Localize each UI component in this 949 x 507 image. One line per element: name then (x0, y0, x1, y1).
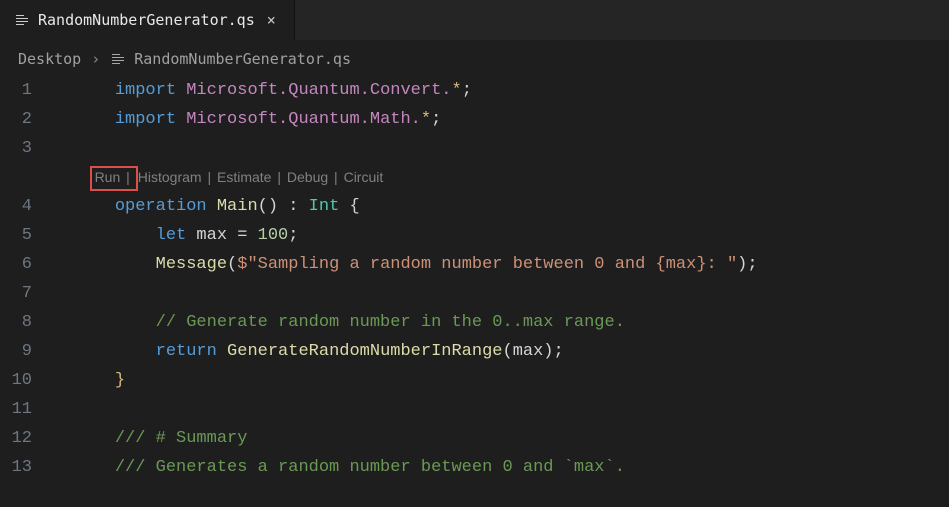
editor-body: 1 import Microsoft.Quantum.Convert.*; 2 … (0, 76, 949, 482)
code-lens-run-highlight: Run | (90, 166, 138, 191)
line-number: 5 (0, 221, 48, 250)
code-lens-debug[interactable]: Debug (287, 169, 328, 185)
line-number: 11 (0, 395, 48, 424)
line-number: 1 (0, 76, 48, 105)
line-number: 6 (0, 250, 48, 279)
code-lens-circuit[interactable]: Circuit (344, 169, 384, 185)
line-number: 4 (0, 192, 48, 221)
chevron-right-icon: › (91, 50, 100, 68)
qs-file-icon (14, 12, 30, 28)
line-number: 3 (0, 134, 48, 163)
line-number: 13 (0, 453, 48, 482)
line-number: 7 (0, 279, 48, 308)
code-lens-run[interactable]: Run (95, 169, 121, 185)
qs-file-icon (110, 51, 126, 67)
tab-bar: RandomNumberGenerator.qs × (0, 0, 949, 40)
breadcrumb-folder[interactable]: Desktop (18, 50, 81, 68)
tab-filename: RandomNumberGenerator.qs (38, 11, 255, 29)
line-number: 8 (0, 308, 48, 337)
code-lens: Run |Histogram | Estimate | Debug | Circ… (74, 163, 949, 192)
code-lens-histogram[interactable]: Histogram (138, 169, 202, 185)
line-number: 12 (0, 424, 48, 453)
breadcrumb-file[interactable]: RandomNumberGenerator.qs (110, 50, 351, 68)
line-number: 10 (0, 366, 48, 395)
line-number: 2 (0, 105, 48, 134)
code-editor[interactable]: 1 import Microsoft.Quantum.Convert.*; 2 … (0, 76, 949, 482)
code-lens-estimate[interactable]: Estimate (217, 169, 271, 185)
close-icon[interactable]: × (263, 9, 280, 31)
line-number: 9 (0, 337, 48, 366)
editor-tab[interactable]: RandomNumberGenerator.qs × (0, 0, 295, 40)
breadcrumb: Desktop › RandomNumberGenerator.qs (0, 40, 949, 76)
